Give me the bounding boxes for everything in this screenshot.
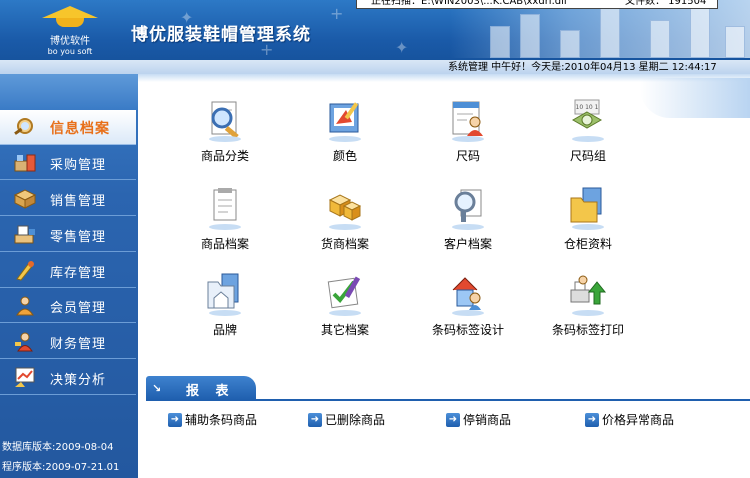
document-icon	[209, 188, 241, 230]
barcode-design-icon	[452, 277, 484, 316]
arrow-right-icon: ➜	[168, 412, 182, 427]
tile-supplier-files[interactable]: 货商档案	[295, 186, 395, 266]
report-link-label: 停销商品	[463, 413, 512, 427]
tile-label: 仓柜资料	[563, 237, 612, 251]
sidebar-item-sales[interactable]: 销售管理	[0, 181, 136, 216]
reports-divider	[146, 399, 750, 401]
tile-customer-files[interactable]: 客户档案	[418, 186, 518, 266]
tile-brand[interactable]: 品牌	[175, 272, 275, 352]
sidebar-item-label: 财务管理	[50, 337, 107, 352]
sidebar-item-label: 库存管理	[50, 266, 107, 281]
sidebar-item-label: 零售管理	[50, 230, 107, 245]
purchase-icon	[14, 154, 36, 172]
sidebar-item-inventory[interactable]: 库存管理	[0, 253, 136, 288]
tile-size-group[interactable]: 10 10 1 尺码组	[538, 98, 638, 178]
sidebar-item-label: 销售管理	[50, 194, 107, 209]
warehouse-folder-icon	[570, 187, 604, 230]
report-link-label: 已删除商品	[325, 413, 386, 427]
double-arrow-icon: ↘	[152, 382, 162, 395]
size-group-icon: 10 10 1	[571, 99, 604, 142]
app-logo: 博优软件 bo you soft	[30, 6, 110, 62]
sparkle-decoration: +	[330, 4, 344, 23]
tile-label: 其它档案	[320, 323, 369, 337]
reports-section-header: ↘ 报 表	[146, 376, 256, 400]
search-document-icon	[209, 101, 241, 142]
tile-label: 条码标签设计	[431, 323, 504, 337]
main-panel: 商品分类 颜色 尺码 10 10 1 尺码组 商品档案 货商档案 客户档案 仓柜…	[138, 74, 750, 478]
other-files-icon	[327, 276, 361, 316]
logo-text-en: bo you soft	[47, 47, 93, 56]
report-link-label: 价格异常商品	[602, 413, 675, 427]
size-user-icon	[452, 101, 484, 142]
report-link-deleted-products[interactable]: ➜ 已删除商品	[308, 409, 385, 427]
tile-product-files[interactable]: 商品档案	[175, 186, 275, 266]
brand-folder-icon	[207, 273, 241, 316]
report-link-aux-barcode-products[interactable]: ➜ 辅助条码商品	[168, 409, 257, 427]
member-icon	[16, 296, 34, 316]
tile-label: 条码标签打印	[551, 323, 624, 337]
analysis-chart-icon	[15, 367, 35, 387]
magnifier-icon	[14, 118, 33, 135]
sidebar-item-label: 会员管理	[50, 301, 107, 316]
sidebar-item-analysis[interactable]: 决策分析	[0, 360, 136, 395]
scan-progress-bar: 正在扫描：E:\WIN2003\...K.CAB\xxdri.dll 文件数： …	[356, 0, 718, 9]
tile-label: 品牌	[212, 323, 237, 337]
arrow-right-icon: ➜	[446, 412, 460, 427]
logo-text-cn: 博优软件	[50, 36, 90, 47]
supplier-cubes-icon	[328, 194, 362, 230]
arrow-right-icon: ➜	[308, 412, 322, 427]
tile-label: 客户档案	[443, 237, 492, 251]
sparkle-decoration: ✦	[395, 38, 409, 57]
sidebar-item-label: 决策分析	[50, 373, 107, 388]
sidebar-nav: 信息档案 采购管理 销售管理 零售管理 库存管理 会员管理 财务管理 决策分析 …	[0, 74, 138, 478]
tile-label: 颜色	[332, 149, 357, 163]
report-link-price-anomaly-products[interactable]: ➜ 价格异常商品	[585, 409, 674, 427]
sidebar-item-purchase[interactable]: 采购管理	[0, 145, 136, 180]
inventory-icon	[16, 261, 34, 281]
sidebar-item-label: 信息档案	[50, 121, 110, 137]
scan-file-count: 文件数： 191504	[625, 0, 707, 7]
tile-barcode-label-design[interactable]: 条码标签设计	[418, 272, 518, 352]
finance-icon	[15, 332, 33, 352]
color-palette-icon	[329, 102, 361, 142]
app-version-text: 程序版本:2009-07-21.01	[2, 462, 120, 473]
tile-label: 货商档案	[320, 237, 369, 251]
sidebar-item-label: 采购管理	[50, 158, 107, 173]
arrow-right-icon: ➜	[585, 412, 599, 427]
retail-icon	[14, 225, 35, 244]
barcode-print-icon	[570, 275, 607, 316]
sidebar-cap	[0, 74, 138, 110]
tile-label: 尺码	[455, 149, 480, 163]
sidebar-item-member[interactable]: 会员管理	[0, 288, 136, 323]
app-header: ✦ + + ✦ 博优软件 bo you soft 博优服装鞋帽管理系统 正在扫描…	[0, 0, 750, 74]
tile-warehouse-info[interactable]: 仓柜资料	[538, 186, 638, 266]
app-title: 博优服装鞋帽管理系统	[131, 25, 311, 45]
greeting-status-line: 系统管理 中午好！今天是:2010年04月13 星期二 12:44:17	[448, 62, 717, 73]
tile-other-files[interactable]: 其它档案	[295, 272, 395, 352]
tile-color[interactable]: 颜色	[295, 98, 395, 178]
sidebar-item-retail[interactable]: 零售管理	[0, 217, 136, 252]
tile-size[interactable]: 尺码	[418, 98, 518, 178]
tile-label: 商品分类	[200, 149, 249, 163]
customer-search-icon	[452, 189, 484, 230]
report-link-discontinued-products[interactable]: ➜ 停销商品	[446, 409, 511, 427]
tile-label: 商品档案	[200, 237, 249, 251]
db-version-text: 数据库版本:2009-08-04	[2, 442, 114, 453]
svg-text:10 10 1: 10 10 1	[576, 104, 599, 111]
report-link-label: 辅助条码商品	[185, 413, 258, 427]
tile-barcode-label-print[interactable]: 条码标签打印	[538, 272, 638, 352]
sidebar-item-finance[interactable]: 财务管理	[0, 324, 136, 359]
tile-label: 尺码组	[569, 149, 606, 163]
tile-product-category[interactable]: 商品分类	[175, 98, 275, 178]
sidebar-item-info-files[interactable]: 信息档案	[0, 110, 136, 145]
graduation-cap-icon	[42, 6, 98, 28]
reports-title: 报 表	[186, 384, 235, 399]
scan-path-text: 正在扫描：E:\WIN2003\...K.CAB\xxdri.dll	[371, 0, 567, 7]
sales-box-icon	[13, 189, 37, 209]
corner-swirl-graphic	[640, 78, 750, 118]
